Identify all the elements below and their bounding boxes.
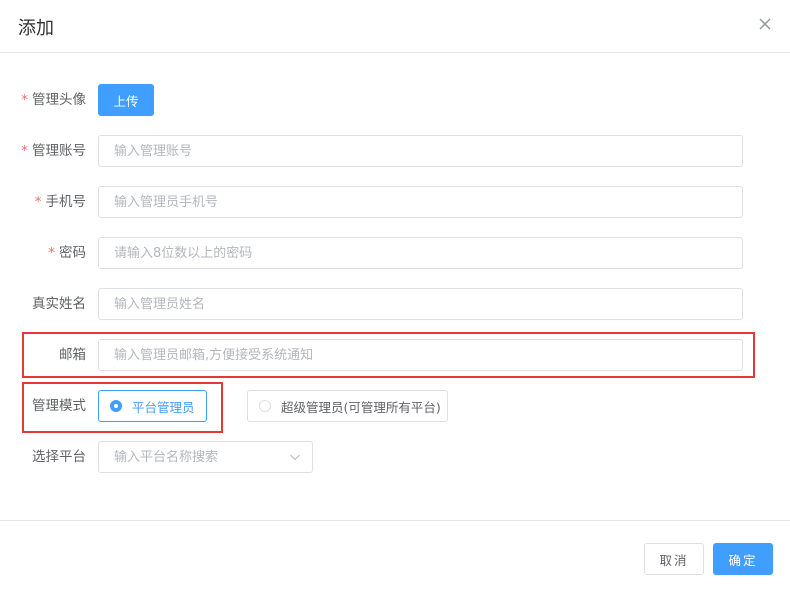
add-admin-dialog: 添加 *管理头像 上传 *管理账号 *手机号 *密码 真实姓名 邮箱 管理模式 xyxy=(0,0,790,591)
radio-unchecked-icon xyxy=(259,400,271,412)
phone-label: * 手机号 xyxy=(34,194,86,210)
realname-label: 真实姓名 xyxy=(32,296,86,312)
form-row-account: * 管理账号 xyxy=(0,135,790,167)
account-label: * 管理账号 xyxy=(21,143,86,159)
mode-label: 管理模式 xyxy=(32,398,86,414)
platform-select[interactable] xyxy=(98,441,313,473)
avatar-label: * 管理头像 xyxy=(21,92,86,108)
radio-checked-icon xyxy=(110,400,122,412)
radio-super-admin[interactable]: 超级管理员(可管理所有平台) xyxy=(247,390,448,422)
dialog-header: 添加 xyxy=(0,0,790,53)
cancel-button[interactable]: 取消 xyxy=(644,543,704,575)
form-row-mode: 管理模式 平台管理员 超级管理员(可管理所有平台) xyxy=(0,390,790,422)
form-row-email: 邮箱 xyxy=(0,339,790,371)
form-row-realname: 真实姓名 xyxy=(0,288,790,320)
radio-platform-admin-label: 平台管理员 xyxy=(132,399,195,415)
account-input[interactable] xyxy=(98,135,743,167)
form-row-phone: * 手机号 xyxy=(0,186,790,218)
required-mark: * xyxy=(48,245,55,261)
required-mark: * xyxy=(21,143,28,159)
platform-search-input[interactable] xyxy=(99,442,284,472)
realname-input[interactable] xyxy=(98,288,743,320)
phone-input[interactable] xyxy=(98,186,743,218)
required-mark: * xyxy=(34,194,42,210)
upload-button[interactable]: 上传 xyxy=(98,84,154,116)
dialog-footer: 取消 确定 xyxy=(0,520,790,591)
platform-label: 选择平台 xyxy=(32,449,86,465)
required-mark: * xyxy=(21,92,28,108)
dialog-title: 添加 xyxy=(18,18,54,39)
password-input[interactable] xyxy=(98,237,743,269)
form-row-avatar: * 管理头像 上传 xyxy=(0,84,790,116)
chevron-down-icon xyxy=(290,454,300,461)
form-row-password: * 密码 xyxy=(0,237,790,269)
radio-platform-admin[interactable]: 平台管理员 xyxy=(98,390,207,422)
email-label: 邮箱 xyxy=(59,347,86,363)
confirm-button[interactable]: 确定 xyxy=(713,543,773,575)
radio-super-admin-label: 超级管理员(可管理所有平台) xyxy=(281,399,441,415)
close-icon[interactable] xyxy=(757,16,773,32)
form-row-platform: 选择平台 xyxy=(0,441,790,473)
email-input[interactable] xyxy=(98,339,743,371)
password-label: * 密码 xyxy=(48,245,86,261)
